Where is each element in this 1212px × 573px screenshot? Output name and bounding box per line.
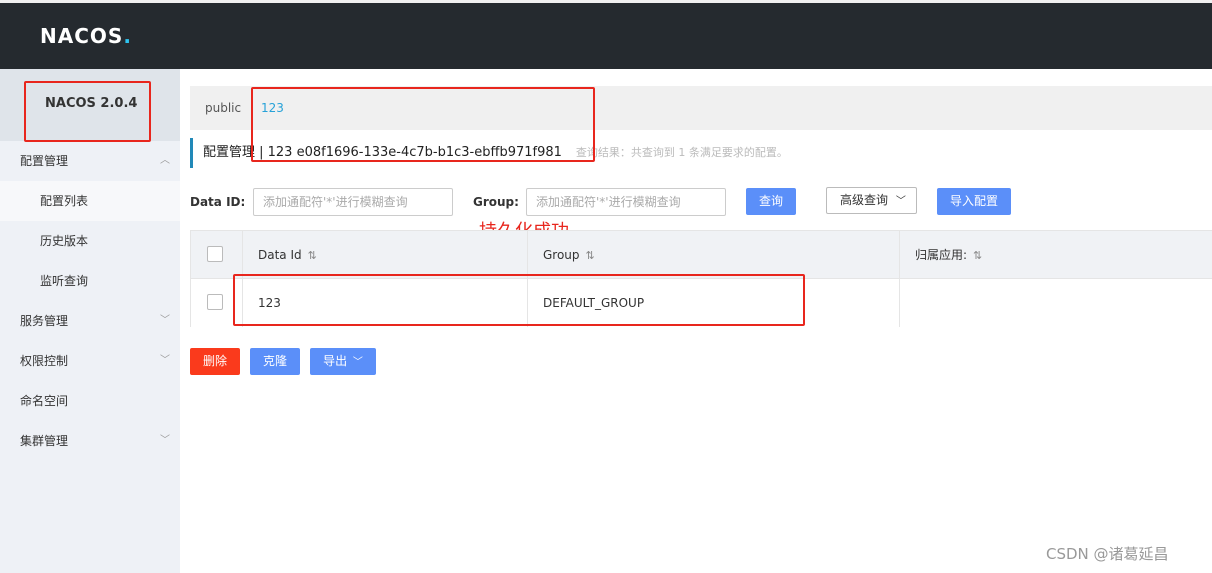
group-input[interactable]: [526, 188, 726, 216]
chevron-down-icon: ﹀: [352, 357, 363, 368]
export-button[interactable]: 导出 ﹀: [310, 348, 376, 375]
select-all-checkbox[interactable]: [207, 246, 223, 262]
import-config-button[interactable]: 导入配置: [937, 188, 1011, 215]
sort-icon[interactable]: ⇅: [586, 249, 595, 262]
highlight-box-row: [233, 274, 805, 326]
highlight-box-namespace: [251, 87, 595, 162]
column-header-group[interactable]: Group ⇅: [527, 231, 899, 279]
namespace-tab-public[interactable]: public: [205, 101, 241, 115]
data-id-input[interactable]: [253, 188, 453, 216]
column-header-data-id[interactable]: Data Id ⇅: [242, 231, 528, 279]
advanced-query-button[interactable]: 高级查询 ﹀: [826, 187, 917, 214]
chevron-down-icon: ﹀: [160, 355, 170, 366]
cell-app: [899, 279, 1212, 327]
sidebar-item-listener-query[interactable]: 监听查询: [0, 261, 180, 301]
query-button[interactable]: 查询: [746, 188, 796, 215]
chevron-up-icon: ︿: [160, 155, 170, 166]
sort-icon[interactable]: ⇅: [973, 249, 982, 262]
table-header: Data Id ⇅ Group ⇅ 归属应用: ⇅: [191, 231, 1212, 279]
row-checkbox[interactable]: [207, 294, 223, 310]
chevron-down-icon: ﹀: [160, 315, 170, 326]
data-id-label: Data ID:: [190, 195, 246, 209]
sidebar-item-history[interactable]: 历史版本: [0, 221, 180, 261]
chevron-down-icon: ﹀: [895, 196, 906, 207]
query-result-hint: 查询结果：共查询到 1 条满足要求的配置。: [575, 146, 788, 159]
nacos-logo[interactable]: NACOS.: [40, 24, 132, 48]
sidebar-item-cluster-management[interactable]: 集群管理 ﹀: [0, 421, 180, 461]
watermark: CSDN @诸葛延昌: [1046, 545, 1169, 563]
highlight-box-version: [24, 81, 151, 142]
sort-icon[interactable]: ⇅: [308, 249, 317, 262]
chevron-down-icon: ﹀: [160, 435, 170, 446]
column-header-app[interactable]: 归属应用: ⇅: [899, 231, 1212, 279]
sidebar-item-config-management[interactable]: 配置管理 ︿: [0, 141, 180, 181]
sidebar-item-service-management[interactable]: 服务管理 ﹀: [0, 301, 180, 341]
clone-button[interactable]: 克隆: [250, 348, 300, 375]
sidebar-item-config-list[interactable]: 配置列表: [0, 181, 180, 221]
sidebar: NACOS 2.0.4 配置管理 ︿ 配置列表 历史版本 监听查询 服务管理 ﹀…: [0, 69, 180, 573]
sidebar-item-namespace[interactable]: 命名空间: [0, 381, 180, 421]
delete-button[interactable]: 删除: [190, 348, 240, 375]
sidebar-item-access-control[interactable]: 权限控制 ﹀: [0, 341, 180, 381]
top-bar: NACOS.: [0, 0, 1212, 69]
group-label: Group:: [473, 195, 519, 209]
